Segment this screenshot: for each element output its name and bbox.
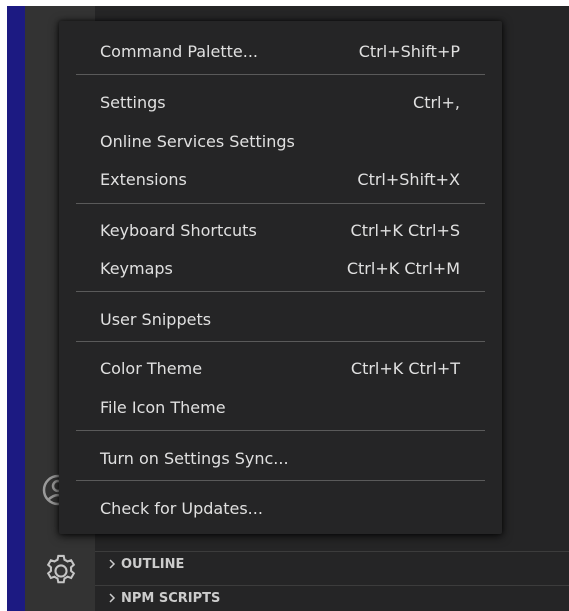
- menu-item-shortcut: Ctrl+Shift+X: [357, 169, 460, 189]
- menu-item-file-icon-theme[interactable]: File Icon Theme: [59, 390, 502, 424]
- outline-section[interactable]: OUTLINE: [95, 551, 569, 576]
- menu-item-extensions[interactable]: Extensions Ctrl+Shift+X: [59, 162, 502, 196]
- menu-item-label: Check for Updates...: [100, 498, 263, 518]
- manage-context-menu: Command Palette... Ctrl+Shift+P Settings…: [59, 21, 502, 534]
- menu-separator: [76, 341, 485, 342]
- menu-item-command-palette[interactable]: Command Palette... Ctrl+Shift+P: [59, 34, 502, 68]
- menu-item-user-snippets[interactable]: User Snippets: [59, 302, 502, 336]
- chevron-right-icon: [107, 558, 121, 570]
- menu-item-label: File Icon Theme: [100, 397, 226, 417]
- menu-item-shortcut: Ctrl+Shift+P: [358, 41, 460, 61]
- chevron-right-icon: [107, 592, 121, 604]
- menu-item-shortcut: Ctrl+K Ctrl+T: [350, 358, 460, 378]
- menu-separator: [76, 203, 485, 204]
- menu-item-shortcut: Ctrl+,: [413, 92, 460, 112]
- menu-item-online-services-settings[interactable]: Online Services Settings: [59, 124, 502, 158]
- vscode-window: OUTLINE NPM SCRIPTS Command Palette... C…: [0, 0, 569, 611]
- menu-item-label: Extensions: [100, 169, 187, 189]
- menu-item-label: Turn on Settings Sync...: [100, 448, 289, 468]
- menu-item-color-theme[interactable]: Color Theme Ctrl+K Ctrl+T: [59, 351, 502, 385]
- menu-item-settings[interactable]: Settings Ctrl+,: [59, 85, 502, 119]
- menu-item-check-for-updates[interactable]: Check for Updates...: [59, 491, 502, 525]
- menu-separator: [76, 74, 485, 75]
- menu-item-label: Keyboard Shortcuts: [100, 220, 257, 240]
- menu-item-shortcut: Ctrl+K Ctrl+S: [350, 220, 460, 240]
- menu-item-shortcut: Ctrl+K Ctrl+M: [346, 258, 460, 278]
- menu-item-label: Command Palette...: [100, 41, 258, 61]
- menu-item-label: Online Services Settings: [100, 131, 295, 151]
- outline-label: OUTLINE: [121, 556, 185, 572]
- accent-strip: [7, 6, 25, 611]
- menu-item-label: Settings: [100, 92, 166, 112]
- menu-separator: [76, 480, 485, 481]
- npm-scripts-section[interactable]: NPM SCRIPTS: [95, 585, 569, 610]
- menu-item-turn-on-settings-sync[interactable]: Turn on Settings Sync...: [59, 441, 502, 475]
- menu-separator: [76, 291, 485, 292]
- menu-item-keyboard-shortcuts[interactable]: Keyboard Shortcuts Ctrl+K Ctrl+S: [59, 213, 502, 247]
- menu-item-label: Color Theme: [100, 358, 203, 378]
- menu-item-keymaps[interactable]: Keymaps Ctrl+K Ctrl+M: [59, 251, 502, 285]
- gear-icon[interactable]: [42, 552, 80, 590]
- menu-item-label: User Snippets: [100, 309, 212, 329]
- menu-item-label: Keymaps: [100, 258, 173, 278]
- npm-scripts-label: NPM SCRIPTS: [121, 590, 221, 606]
- menu-separator: [76, 430, 485, 431]
